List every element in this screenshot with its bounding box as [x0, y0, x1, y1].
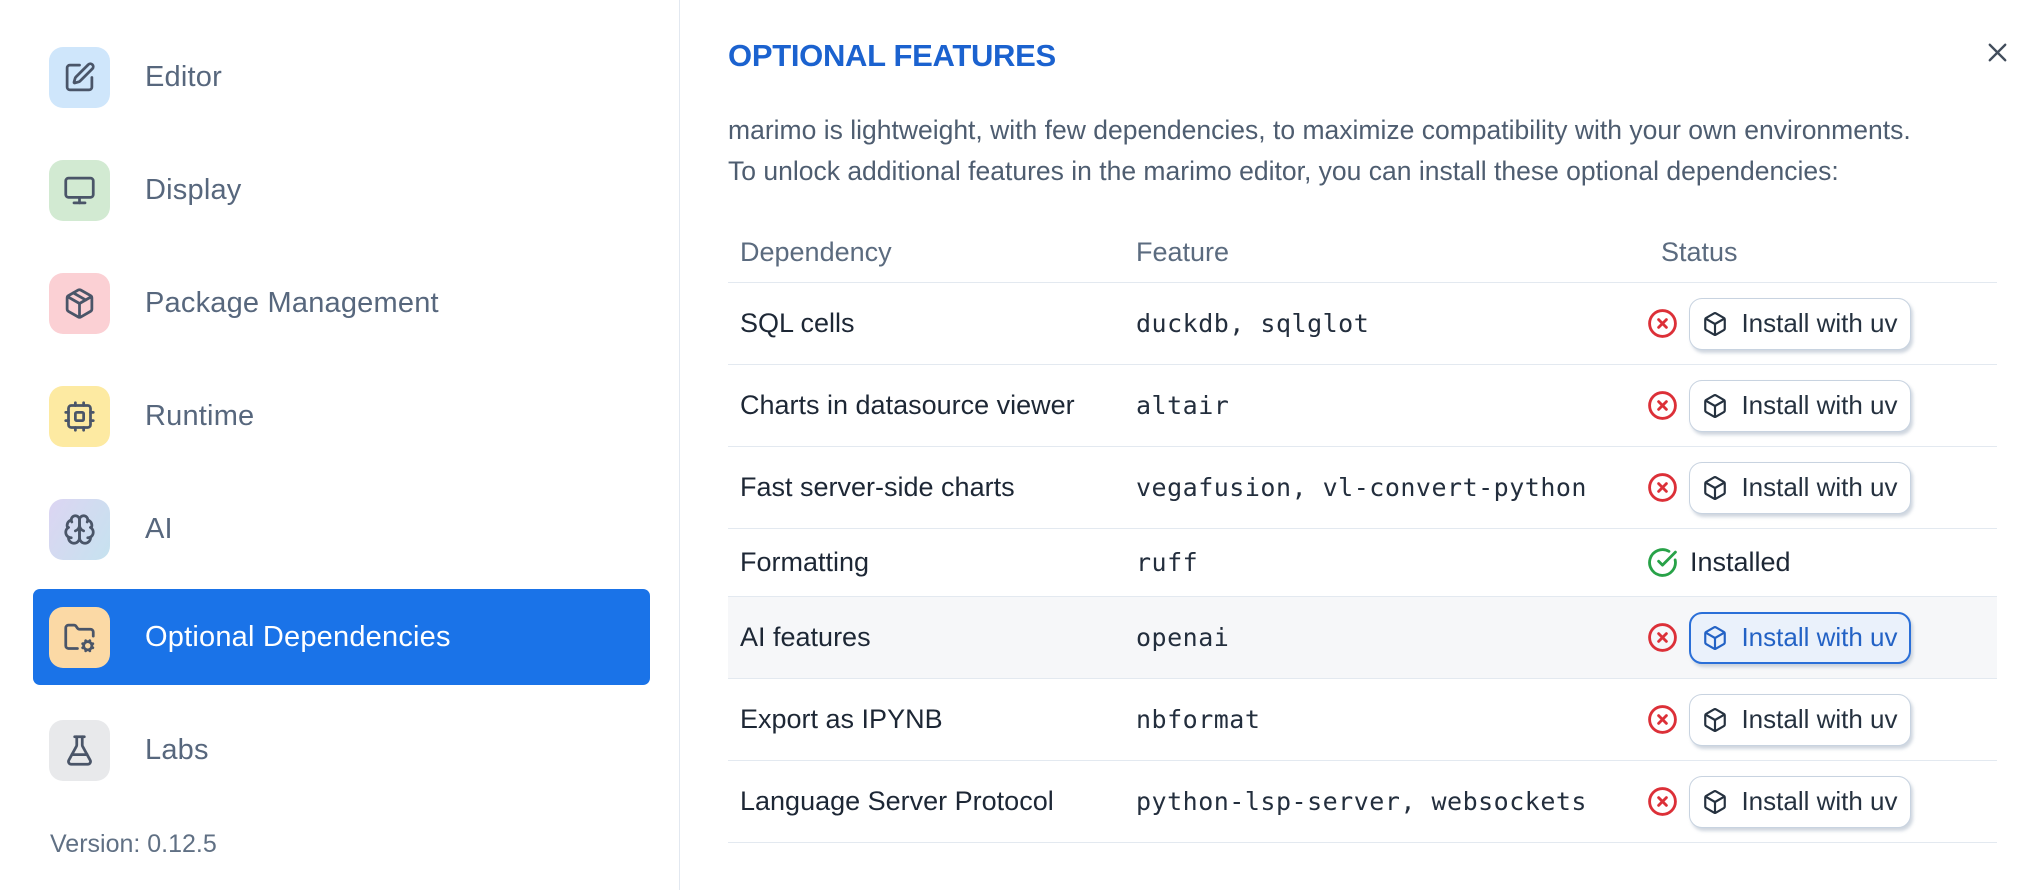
sidebar-item-display[interactable]: Display: [33, 142, 650, 238]
installed-status-label: Installed: [1690, 547, 1791, 577]
table-header-row: Dependency Feature Status: [728, 223, 1997, 283]
circle-x-icon: [1648, 391, 1677, 420]
package-cube-icon: [1704, 475, 1727, 500]
table-row: Export as IPYNB nbformat Install with uv: [728, 679, 1997, 761]
panel-description: marimo is lightweight, with few dependen…: [728, 110, 1911, 192]
table-row: Charts in datasource viewer altair Insta…: [728, 365, 1997, 447]
sidebar-item-label: Package Management: [145, 286, 439, 319]
package-icon: [49, 272, 110, 334]
sidebar-item-label: Optional Dependencies: [145, 620, 451, 653]
column-header-status: Status: [1661, 237, 1738, 267]
dependencies-table: Dependency Feature Status SQL cells duck…: [728, 223, 1997, 843]
monitor-icon: [49, 159, 110, 221]
package-cube-icon: [1704, 707, 1727, 732]
table-row: SQL cells duckdb, sqlglot Install with u…: [728, 283, 1997, 365]
version-label: Version: 0.12.5: [50, 830, 217, 858]
circle-check-icon: [1648, 548, 1677, 577]
package-cube-icon: [1704, 311, 1727, 336]
settings-dialog: Editor Display Package Management Runtim…: [0, 0, 2042, 890]
table-row: Formatting ruff Installed: [728, 529, 1997, 597]
folder-cog-icon: [49, 606, 110, 668]
package-cube-icon: [1704, 789, 1727, 814]
sidebar-item-label: Display: [145, 173, 242, 206]
circle-x-icon: [1648, 473, 1677, 502]
circle-x-icon: [1648, 623, 1677, 652]
sidebar-item-labs[interactable]: Labs: [33, 702, 650, 798]
install-with-uv-button[interactable]: Install with uv: [1689, 461, 1911, 514]
description-line: marimo is lightweight, with few dependen…: [728, 115, 1911, 145]
circle-x-icon: [1648, 309, 1677, 338]
circle-x-icon: [1648, 705, 1677, 734]
install-with-uv-button[interactable]: Install with uv: [1689, 775, 1911, 828]
install-with-uv-button[interactable]: Install with uv: [1689, 379, 1911, 432]
brain-icon: [49, 498, 110, 560]
sidebar-item-label: Labs: [145, 733, 209, 766]
sidebar-item-editor[interactable]: Editor: [33, 29, 650, 125]
sidebar-item-ai[interactable]: AI: [33, 481, 650, 577]
page-title: OPTIONAL FEATURES: [728, 38, 1056, 73]
install-with-uv-button[interactable]: Install with uv: [1689, 297, 1911, 350]
settings-sidebar: Editor Display Package Management Runtim…: [0, 0, 680, 890]
circle-x-icon: [1648, 787, 1677, 816]
install-with-uv-button[interactable]: Install with uv: [1689, 693, 1911, 746]
sidebar-item-runtime[interactable]: Runtime: [33, 368, 650, 464]
table-row: Language Server Protocol python-lsp-serv…: [728, 761, 1997, 843]
install-with-uv-button-focused[interactable]: Install with uv: [1689, 611, 1911, 664]
cpu-icon: [49, 385, 110, 447]
sidebar-item-optional-dependencies[interactable]: Optional Dependencies: [33, 589, 650, 685]
package-cube-icon: [1704, 393, 1727, 418]
column-header-feature: Feature: [1136, 237, 1230, 267]
square-pen-icon: [49, 46, 110, 108]
table-row: Fast server-side charts vegafusion, vl-c…: [728, 447, 1997, 529]
column-header-dependency: Dependency: [740, 237, 892, 267]
table-row: AI features openai Install with uv: [728, 597, 1997, 679]
close-icon[interactable]: [1978, 33, 2016, 71]
sidebar-item-label: AI: [145, 512, 173, 545]
package-cube-icon: [1704, 625, 1727, 650]
sidebar-item-package-management[interactable]: Package Management: [33, 255, 650, 351]
flask-icon: [49, 719, 110, 781]
sidebar-item-label: Editor: [145, 60, 222, 93]
sidebar-item-label: Runtime: [145, 399, 255, 432]
description-line: To unlock additional features in the mar…: [728, 156, 1839, 186]
optional-features-panel: OPTIONAL FEATURES marimo is lightweight,…: [680, 0, 2042, 890]
